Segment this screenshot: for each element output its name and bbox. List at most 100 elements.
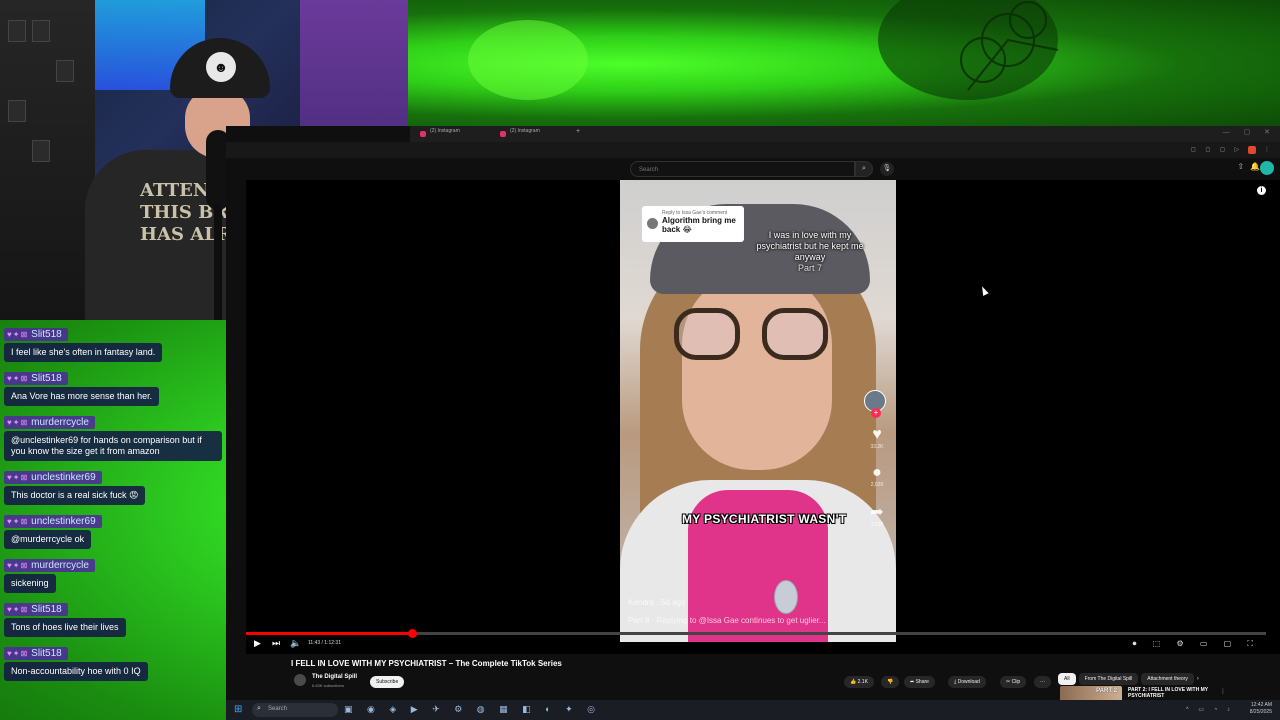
filter-chip[interactable]: Attachment theory	[1141, 673, 1194, 685]
chat-message: ♥✦⊠ murderrcycle @unclestinker69 for hands…	[4, 412, 222, 461]
new-tab-button[interactable]: +	[576, 128, 580, 135]
clock-time: 12:42 AM	[1250, 702, 1272, 708]
chat-panel: ♥✦⊠ Slit518 I feel like she's often in fan…	[0, 320, 226, 720]
badge-icon: ♥✦⊠	[7, 649, 29, 658]
search-icon[interactable]: ⌕	[855, 161, 873, 177]
tiktok-action-rail: + ♥ 33.2K ● 2,020 ➦ 3,228	[864, 390, 890, 528]
browser-tab[interactable]: (2) Instagram	[418, 128, 460, 140]
upload-icon[interactable]: ⇧	[1237, 162, 1250, 171]
shelf-item	[32, 140, 50, 162]
chat-message: ♥✦⊠ murderrcycle sickening	[4, 555, 222, 593]
heart-icon: ♥	[872, 426, 882, 443]
tiktok-face	[682, 270, 832, 470]
reply-comment: Algorithm bring me back 😂	[662, 216, 736, 234]
badge-icon: ♥✦⊠	[7, 605, 29, 614]
channel-name[interactable]: The Digital Spill	[312, 674, 357, 680]
green-banner	[408, 0, 1280, 128]
info-icon[interactable]: i	[1257, 186, 1266, 195]
chat-text: @murderrcycle ok	[4, 530, 92, 549]
chat-text: sickening	[4, 574, 56, 593]
clip-button[interactable]: ✂ Clip	[1000, 676, 1027, 688]
username-text: unclestinker69	[31, 516, 96, 527]
like-button[interactable]: 👍 2.1K	[844, 676, 874, 688]
username-text: Slit518	[31, 373, 62, 384]
video-player[interactable]: i Reply to Issa Gae's comment Algorithm …	[246, 180, 1280, 654]
chat-text: @unclestinker69 for hands on comparison …	[4, 431, 222, 461]
like-count: 33.2K	[870, 444, 884, 450]
volume-icon[interactable]: 🔈	[290, 638, 301, 649]
necklace-pendant	[774, 580, 798, 614]
chat-username[interactable]: ♥✦⊠ unclestinker69	[4, 471, 102, 484]
video-title: I FELL IN LOVE WITH MY PSYCHIATRIST – Th…	[291, 659, 562, 668]
glasses-left	[674, 308, 740, 360]
system-tray[interactable]: ^ ▭ ◔ ♪	[1186, 706, 1234, 713]
share-icon: ➦	[870, 504, 884, 521]
chat-username[interactable]: ♥✦⊠ murderrcycle	[4, 416, 95, 429]
shelf-item	[8, 20, 26, 42]
reply-sticker: Reply to Issa Gae's comment Algorithm br…	[642, 206, 744, 242]
download-button[interactable]: ⤓ Download	[948, 676, 986, 688]
more-actions-button[interactable]: ···	[1034, 676, 1051, 688]
browser-tab[interactable]: (2) Instagram	[498, 128, 540, 140]
smiley-hat-icon: ☻	[206, 52, 236, 82]
overlay-text: I was in love with my psychiatrist but h…	[750, 230, 870, 274]
taskbar-apps[interactable]: ▣ ◉ ◈ ▶ ✈ ⚙ ◍ ▦ ◧ ◐ ✦ ◎	[344, 704, 601, 715]
clock[interactable]: 12:42 AM 8/25/2025	[1250, 702, 1272, 716]
avatar[interactable]	[1260, 161, 1274, 175]
microphone-icon[interactable]: 🎙	[880, 162, 894, 176]
badge-icon: ♥✦⊠	[7, 517, 29, 526]
chat-username[interactable]: ♥✦⊠ Slit518	[4, 328, 68, 341]
taskbar-search[interactable]: ⌕ Search	[252, 703, 338, 717]
chat-message: ♥✦⊠ unclestinker69 This doctor is a real s…	[4, 467, 222, 505]
filter-chip[interactable]: All	[1058, 673, 1076, 685]
username-text: Slit518	[31, 604, 62, 615]
chat-message: ♥✦⊠ Slit518 Non-accountability hoe with 0 …	[4, 643, 222, 681]
shelf-item	[32, 20, 50, 42]
windows-start-icon[interactable]: ⊞	[234, 705, 244, 715]
comment-icon: ●	[872, 464, 882, 481]
next-icon[interactable]: ⏭	[272, 638, 280, 649]
chevron-right-icon[interactable]: ›	[1197, 676, 1199, 682]
chat-username[interactable]: ♥✦⊠ unclestinker69	[4, 515, 102, 528]
shelf-item	[8, 100, 26, 122]
like-count-label: 2.1K	[857, 679, 868, 685]
chat-username[interactable]: ♥✦⊠ Slit518	[4, 372, 68, 385]
tiktok-frame: Reply to Issa Gae's comment Algorithm br…	[620, 180, 896, 642]
search-input[interactable]: Search	[630, 161, 855, 177]
tiktok-username: Kendra · 5d ago	[628, 598, 686, 607]
thumbnail-text: PART 2:	[1096, 688, 1119, 694]
glasses-right	[762, 308, 828, 360]
subscribe-button[interactable]: Subscribe	[370, 676, 405, 688]
creator-avatar: +	[864, 390, 886, 418]
follow-plus-icon: +	[871, 408, 881, 418]
share-button[interactable]: ➦ Share	[904, 676, 935, 688]
badge-icon: ♥✦⊠	[7, 561, 29, 570]
chat-username[interactable]: ♥✦⊠ Slit518	[4, 603, 68, 616]
chat-text: Non-accountability hoe with 0 IQ	[4, 662, 148, 681]
progress-fill	[246, 632, 413, 635]
toolbar-icons[interactable]: ◻ ◻ ◻ ▷ ♡ ⋮	[1191, 146, 1274, 153]
player-right-controls[interactable]: ⏺ ⬚ ⚙ ▭ ▢ ⛶	[1132, 639, 1260, 649]
search-icon: ⌕	[257, 705, 261, 712]
username-text: Kendra	[628, 598, 654, 607]
chat-text: Tons of hoes live their lives	[4, 618, 126, 637]
channel-avatar[interactable]	[294, 674, 306, 686]
dislike-button[interactable]: 👎	[881, 676, 900, 688]
chat-message: ♥✦⊠ Slit518 Tons of hoes live their lives	[4, 599, 222, 637]
progress-bar[interactable]	[246, 629, 1266, 638]
player-controls: ▶ ⏭ 🔈 11:43 / 1:12:31 ⏺ ⬚ ⚙ ▭ ▢ ⛶	[246, 636, 1266, 652]
more-options-icon[interactable]: ⋮	[1220, 688, 1226, 695]
filter-chip[interactable]: From The Digital Spill	[1078, 673, 1139, 685]
chat-message: ♥✦⊠ Slit518 Ana Vore has more sense than h…	[4, 368, 222, 406]
badge-icon: ♥✦⊠	[7, 418, 29, 427]
download-label: Download	[957, 679, 980, 685]
subscriber-count: 6.63K subscribers	[312, 683, 345, 688]
chat-username[interactable]: ♥✦⊠ murderrcycle	[4, 559, 95, 572]
username-text: unclestinker69	[31, 472, 96, 483]
chat-text: This doctor is a real sick fuck 😡	[4, 486, 146, 505]
chat-message: ♥✦⊠ Slit518 I feel like she's often in fan…	[4, 324, 222, 362]
chat-username[interactable]: ♥✦⊠ Slit518	[4, 647, 68, 660]
play-icon[interactable]: ▶	[254, 638, 261, 649]
window-controls[interactable]: — ▢ ✕	[1223, 128, 1276, 136]
recommended-title[interactable]: PART 2: I FELL IN LOVE WITH MY PSYCHIATR…	[1128, 687, 1224, 699]
